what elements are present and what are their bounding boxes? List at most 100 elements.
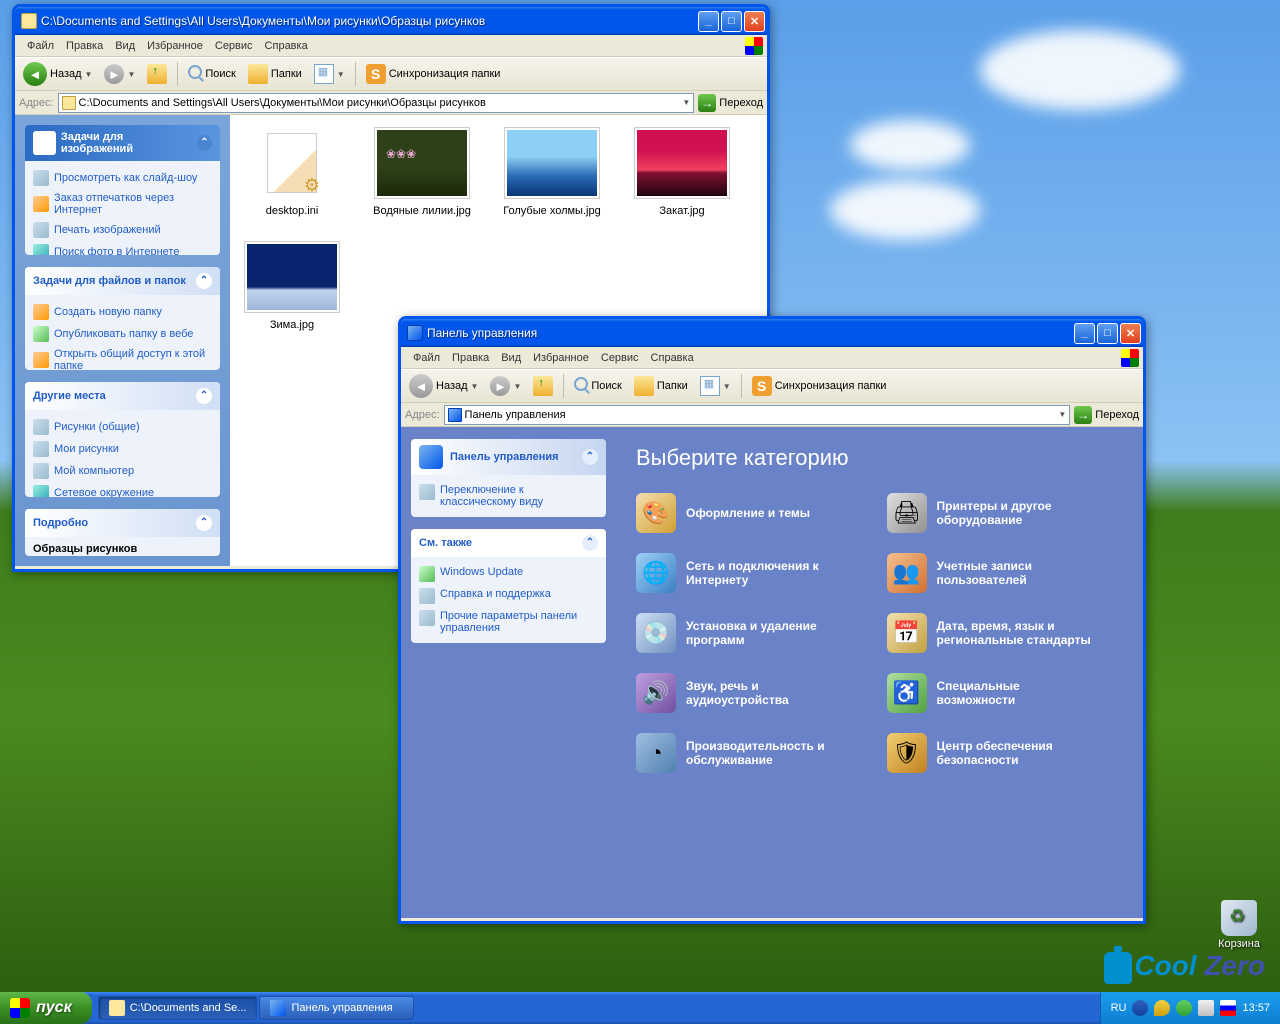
search-button[interactable]: Поиск <box>184 65 239 83</box>
picture-tasks-header[interactable]: Задачи для изображений ⌃ <box>25 125 220 161</box>
explorer-titlebar[interactable]: C:\Documents and Settings\All Users\Доку… <box>15 7 767 35</box>
place-network[interactable]: Сетевое окружение <box>33 482 212 497</box>
maximize-button[interactable]: □ <box>1097 323 1118 344</box>
menu-edit[interactable]: Правка <box>60 40 109 52</box>
collapse-icon[interactable]: ⌃ <box>196 273 212 289</box>
details-header[interactable]: Подробно ⌃ <box>25 509 220 537</box>
cat-addremove[interactable]: 💿Установка и удаление программ <box>636 613 873 653</box>
task-order-prints[interactable]: Заказ отпечатков через Интернет <box>33 189 212 219</box>
file-tasks-header[interactable]: Задачи для файлов и папок ⌃ <box>25 267 220 295</box>
file-winter[interactable]: Зима.jpg <box>242 241 342 331</box>
menu-file[interactable]: Файл <box>407 352 446 364</box>
place-my-pictures[interactable]: Мои рисунки <box>33 438 212 460</box>
maximize-button[interactable]: □ <box>721 11 742 32</box>
menu-fav[interactable]: Избранное <box>527 352 595 364</box>
menu-fav[interactable]: Избранное <box>141 40 209 52</box>
place-shared-pictures[interactable]: Рисунки (общие) <box>33 416 212 438</box>
controlpanel-titlebar[interactable]: Панель управления _ □ ✕ <box>401 319 1143 347</box>
tray-icon[interactable] <box>1198 1000 1214 1016</box>
place-my-computer[interactable]: Мой компьютер <box>33 460 212 482</box>
back-button[interactable]: ◄ Назад ▼ <box>405 372 482 400</box>
switch-classic-link[interactable]: Переключение к классическому виду <box>419 481 598 511</box>
file-water-lilies[interactable]: Водяные лилии.jpg <box>372 127 472 217</box>
file-blue-hills[interactable]: Голубые холмы.jpg <box>502 127 602 217</box>
cat-users[interactable]: 👥Учетные записи пользователей <box>887 553 1124 593</box>
language-indicator[interactable]: RU <box>1111 1002 1127 1014</box>
task-new-folder[interactable]: Создать новую папку <box>33 301 212 323</box>
chevron-down-icon[interactable]: ▼ <box>85 70 93 79</box>
cat-performance[interactable]: ◔Производительность и обслуживание <box>636 733 873 773</box>
folder-icon <box>62 96 76 110</box>
link-help[interactable]: Справка и поддержка <box>419 585 598 607</box>
back-button[interactable]: ◄ Назад ▼ <box>19 60 96 88</box>
views-button[interactable]: ▼ <box>310 62 349 86</box>
tray-shield-icon[interactable] <box>1154 1000 1170 1016</box>
file-desktop-ini[interactable]: desktop.ini <box>242 127 342 217</box>
menu-edit[interactable]: Правка <box>446 352 495 364</box>
task-publish[interactable]: Опубликовать папку в вебе <box>33 323 212 345</box>
go-button[interactable]: → Переход <box>1074 406 1139 424</box>
task-share[interactable]: Открыть общий доступ к этой папке <box>33 345 212 370</box>
views-button[interactable]: ▼ <box>696 374 735 398</box>
folders-button[interactable]: Папки <box>630 374 692 398</box>
address-input[interactable]: C:\Documents and Settings\All Users\Доку… <box>58 93 695 113</box>
chevron-down-icon[interactable]: ▼ <box>723 382 731 391</box>
address-input[interactable]: Панель управления ▼ <box>444 405 1071 425</box>
chevron-down-icon[interactable]: ▼ <box>337 70 345 79</box>
task-slideshow[interactable]: Просмотреть как слайд-шоу <box>33 167 212 189</box>
file-sunset[interactable]: Закат.jpg <box>632 127 732 217</box>
cat-accessibility[interactable]: ♿Специальные возможности <box>887 673 1124 713</box>
collapse-icon[interactable]: ⌃ <box>582 449 598 465</box>
link-windows-update[interactable]: Windows Update <box>419 563 598 585</box>
cat-appearance[interactable]: 🎨Оформление и темы <box>636 493 873 533</box>
menu-view[interactable]: Вид <box>109 40 141 52</box>
chevron-down-icon[interactable]: ▼ <box>127 70 135 79</box>
link-other-cp[interactable]: Прочие параметры панели управления <box>419 607 598 637</box>
up-button[interactable] <box>143 62 171 86</box>
forward-button[interactable]: ► ▼ <box>486 374 525 398</box>
menu-file[interactable]: Файл <box>21 40 60 52</box>
go-button[interactable]: → Переход <box>698 94 763 112</box>
collapse-icon[interactable]: ⌃ <box>196 515 212 531</box>
cat-sound[interactable]: 🔊Звук, речь и аудиоустройства <box>636 673 873 713</box>
folders-button[interactable]: Папки <box>244 62 306 86</box>
up-button[interactable] <box>529 374 557 398</box>
chevron-down-icon[interactable]: ▼ <box>513 382 521 391</box>
menu-tools[interactable]: Сервис <box>595 352 645 364</box>
chevron-down-icon[interactable]: ▼ <box>1058 410 1066 419</box>
collapse-icon[interactable]: ⌃ <box>197 135 212 151</box>
taskbar-item-explorer[interactable]: C:\Documents and Se... <box>98 996 258 1020</box>
minimize-button[interactable]: _ <box>1074 323 1095 344</box>
tray-flag-icon[interactable] <box>1220 1000 1236 1016</box>
tray-icon[interactable] <box>1176 1000 1192 1016</box>
cat-datetime[interactable]: 📅Дата, время, язык и региональные станда… <box>887 613 1124 653</box>
chevron-down-icon[interactable]: ▼ <box>682 98 690 107</box>
menu-help[interactable]: Справка <box>645 352 700 364</box>
sync-button[interactable]: S Синхронизация папки <box>748 374 891 398</box>
chevron-down-icon[interactable]: ▼ <box>471 382 479 391</box>
recycle-bin[interactable]: Корзина <box>1218 900 1260 950</box>
menu-help[interactable]: Справка <box>259 40 314 52</box>
task-search-photo[interactable]: Поиск фото в Интернете <box>33 241 212 255</box>
close-button[interactable]: ✕ <box>1120 323 1141 344</box>
other-places-header[interactable]: Другие места ⌃ <box>25 382 220 410</box>
tray-icon[interactable] <box>1132 1000 1148 1016</box>
task-print[interactable]: Печать изображений <box>33 219 212 241</box>
menu-tools[interactable]: Сервис <box>209 40 259 52</box>
cat-printers[interactable]: 🖨Принтеры и другое оборудование <box>887 493 1124 533</box>
taskbar-item-controlpanel[interactable]: Панель управления <box>259 996 414 1020</box>
sync-button[interactable]: S Синхронизация папки <box>362 62 505 86</box>
menu-view[interactable]: Вид <box>495 352 527 364</box>
minimize-button[interactable]: _ <box>698 11 719 32</box>
clock[interactable]: 13:57 <box>1242 1002 1270 1014</box>
see-also-header[interactable]: См. также ⌃ <box>411 529 606 557</box>
cat-security[interactable]: 🛡Центр обеспечения безопасности <box>887 733 1124 773</box>
collapse-icon[interactable]: ⌃ <box>582 535 598 551</box>
close-button[interactable]: ✕ <box>744 11 765 32</box>
cp-main-header[interactable]: Панель управления ⌃ <box>411 439 606 475</box>
collapse-icon[interactable]: ⌃ <box>196 388 212 404</box>
start-button[interactable]: пуск <box>0 992 92 1024</box>
search-button[interactable]: Поиск <box>570 377 625 395</box>
forward-button[interactable]: ► ▼ <box>100 62 139 86</box>
cat-network[interactable]: 🌐Сеть и подключения к Интернету <box>636 553 873 593</box>
